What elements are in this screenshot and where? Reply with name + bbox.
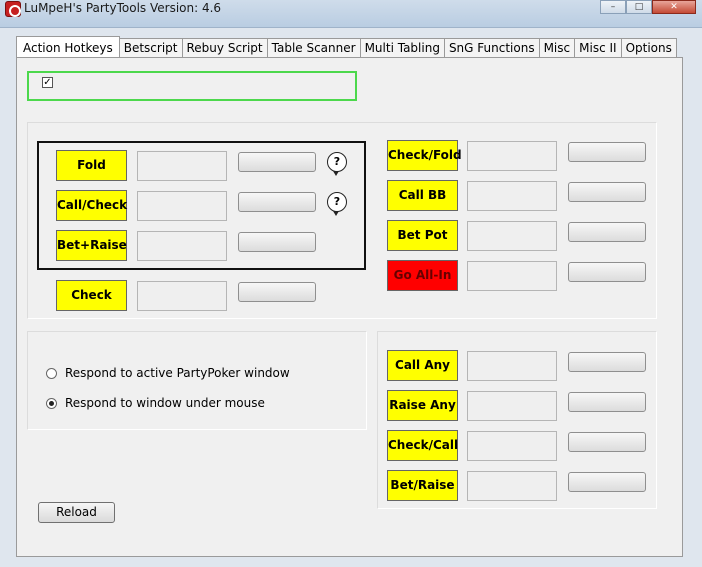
bet-raise-set-button[interactable] bbox=[238, 232, 316, 252]
bet-raise-any-set-button[interactable] bbox=[568, 472, 646, 492]
go-all-in-hotkey-button[interactable]: Go All-In bbox=[387, 260, 458, 291]
call-any-set-button[interactable] bbox=[568, 352, 646, 372]
call-bb-key-field[interactable] bbox=[467, 181, 557, 211]
bet-pot-hotkey-button[interactable]: Bet Pot bbox=[387, 220, 458, 251]
respond-under-mouse-radio[interactable] bbox=[46, 397, 57, 409]
call-bb-set-button[interactable] bbox=[568, 182, 646, 202]
fold-set-button[interactable] bbox=[238, 152, 316, 172]
fold-help-icon[interactable]: ? bbox=[327, 152, 347, 176]
bet-pot-set-button[interactable] bbox=[568, 222, 646, 242]
maximize-button[interactable]: □ bbox=[626, 0, 652, 14]
window-controls: – □ ✕ bbox=[600, 0, 696, 14]
enable-hotkeys-checkbox[interactable]: ✓ bbox=[42, 77, 53, 88]
go-all-in-set-button[interactable] bbox=[568, 262, 646, 282]
go-all-in-key-field[interactable] bbox=[467, 261, 557, 291]
enable-hotkeys-box: ✓ bbox=[27, 71, 357, 101]
window-title: LuMpeH's PartyTools Version: 4.6 bbox=[24, 1, 222, 15]
app-logo-icon bbox=[5, 1, 21, 17]
tab-multi-tabling[interactable]: Multi Tabling bbox=[359, 38, 445, 58]
respond-active-window-radio[interactable] bbox=[46, 367, 57, 379]
fold-hotkey-button[interactable]: Fold bbox=[56, 150, 127, 181]
tab-options[interactable]: Options bbox=[620, 38, 677, 58]
respond-under-mouse-option[interactable]: Respond to window under mouse bbox=[46, 395, 265, 411]
call-check-set-button[interactable] bbox=[238, 192, 316, 212]
raise-any-hotkey-button[interactable]: Raise Any bbox=[387, 390, 458, 421]
fold-key-field[interactable] bbox=[137, 151, 227, 181]
tab-misc[interactable]: Misc bbox=[538, 38, 576, 58]
bet-raise-hotkey-button[interactable]: Bet+Raise bbox=[56, 230, 127, 261]
check-fold-key-field[interactable] bbox=[467, 141, 557, 171]
tab-betscript[interactable]: Betscript bbox=[118, 38, 183, 58]
call-any-key-field[interactable] bbox=[467, 351, 557, 381]
respond-active-window-option[interactable]: Respond to active PartyPoker window bbox=[46, 365, 290, 381]
tab-action-hotkeys[interactable]: Action Hotkeys bbox=[16, 36, 120, 58]
check-call-set-button[interactable] bbox=[568, 432, 646, 452]
respond-active-window-label: Respond to active PartyPoker window bbox=[65, 366, 290, 380]
bet-raise-key-field[interactable] bbox=[137, 231, 227, 261]
tab-misc-ii[interactable]: Misc II bbox=[574, 38, 622, 58]
check-hotkey-button[interactable]: Check bbox=[56, 280, 127, 311]
check-call-key-field[interactable] bbox=[467, 431, 557, 461]
tab-strip: Action Hotkeys Betscript Rebuy Script Ta… bbox=[16, 36, 677, 58]
title-bar: LuMpeH's PartyTools Version: 4.6 – □ ✕ bbox=[0, 0, 702, 28]
call-check-key-field[interactable] bbox=[137, 191, 227, 221]
raise-any-key-field[interactable] bbox=[467, 391, 557, 421]
raise-any-set-button[interactable] bbox=[568, 392, 646, 412]
check-set-button[interactable] bbox=[238, 282, 316, 302]
bet-raise-any-key-field[interactable] bbox=[467, 471, 557, 501]
check-call-hotkey-button[interactable]: Check/Call bbox=[387, 430, 458, 461]
bet-pot-key-field[interactable] bbox=[467, 221, 557, 251]
check-key-field[interactable] bbox=[137, 281, 227, 311]
bet-raise-any-hotkey-button[interactable]: Bet/Raise bbox=[387, 470, 458, 501]
call-bb-hotkey-button[interactable]: Call BB bbox=[387, 180, 458, 211]
close-button[interactable]: ✕ bbox=[652, 0, 696, 14]
respond-under-mouse-label: Respond to window under mouse bbox=[65, 396, 265, 410]
call-check-hotkey-button[interactable]: Call/Check bbox=[56, 190, 127, 221]
tab-sng-functions[interactable]: SnG Functions bbox=[443, 38, 540, 58]
call-check-help-icon[interactable]: ? bbox=[327, 192, 347, 216]
tab-rebuy-script[interactable]: Rebuy Script bbox=[181, 38, 268, 58]
check-fold-hotkey-button[interactable]: Check/Fold bbox=[387, 140, 462, 171]
reload-button[interactable]: Reload bbox=[38, 502, 115, 523]
check-fold-set-button[interactable] bbox=[568, 142, 646, 162]
tab-table-scanner[interactable]: Table Scanner bbox=[266, 38, 361, 58]
call-any-hotkey-button[interactable]: Call Any bbox=[387, 350, 458, 381]
minimize-button[interactable]: – bbox=[600, 0, 626, 14]
